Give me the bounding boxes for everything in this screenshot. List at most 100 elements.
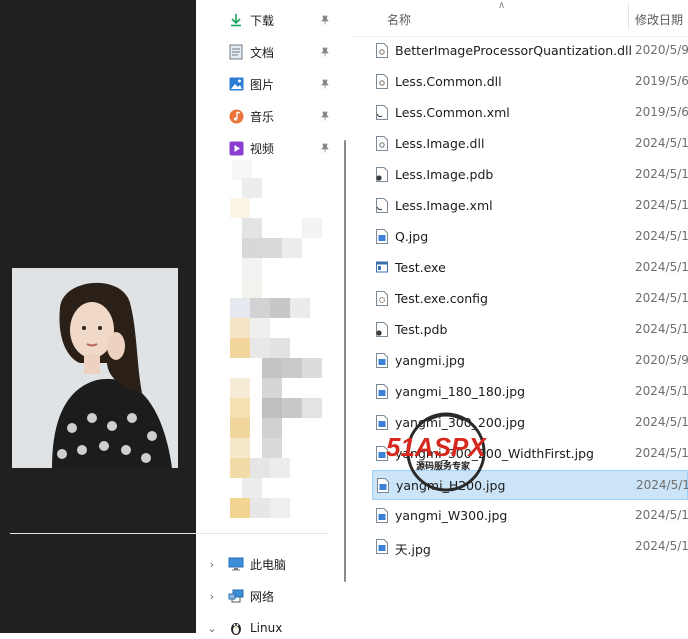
jpg-file-icon xyxy=(376,539,388,554)
tree-item-network[interactable]: › 网络 xyxy=(206,585,274,607)
exe-file-icon xyxy=(376,261,388,273)
file-date: 2024/5/17 xyxy=(635,136,688,150)
file-name: yangmi_300_200.jpg xyxy=(395,415,526,430)
file-row[interactable]: Less.Common.dll 2019/5/6 xyxy=(372,67,688,97)
file-name: 天.jpg xyxy=(395,542,431,557)
dll-file-icon xyxy=(376,43,388,58)
file-row[interactable]: BetterImageProcessorQuantization.dll 2020… xyxy=(372,36,688,66)
dll-file-icon xyxy=(376,74,388,89)
file-row[interactable]: yangmi.jpg 2020/5/9 xyxy=(372,346,688,376)
file-name: Less.Image.dll xyxy=(395,136,485,151)
file-name: Test.exe xyxy=(395,260,446,275)
music-icon xyxy=(228,108,244,124)
download-icon xyxy=(228,12,244,28)
sort-ascending-icon: ∧ xyxy=(498,0,506,11)
file-name: Q.jpg xyxy=(395,229,429,244)
file-name: Test.pdb xyxy=(395,322,448,337)
file-name: Less.Image.pdb xyxy=(395,167,494,182)
file-date: 2024/5/17 xyxy=(635,260,688,274)
file-row[interactable]: Less.Image.xml 2024/5/17 xyxy=(372,191,688,221)
tree-label: 此电脑 xyxy=(250,557,287,572)
file-date: 2024/5/17 xyxy=(635,229,688,243)
file-date: 2024/5/17 xyxy=(635,508,688,522)
file-list: ∧ 名称 修改日期 BetterImageProcessorQuantizati… xyxy=(352,0,688,633)
file-name: Test.exe.config xyxy=(395,291,488,306)
file-row[interactable]: yangmi_300_200_WidthFirst.jpg 2024/5/17 xyxy=(372,439,688,469)
jpg-file-icon xyxy=(376,384,388,399)
nav-label: 下载 xyxy=(250,13,275,28)
file-date: 2020/5/9 xyxy=(635,353,688,367)
jpg-file-icon xyxy=(376,415,388,430)
navigation-pane: 下载 文档 图片 音乐 视频 › 此电脑 › 网络 ⌄ Linux xyxy=(196,0,340,635)
file-row-selected[interactable]: yangmi_H200.jpg 2024/5/17 xyxy=(372,470,688,500)
file-row[interactable]: yangmi_300_200.jpg 2024/5/17 xyxy=(372,408,688,438)
file-row[interactable]: 天.jpg 2024/5/17 xyxy=(372,532,688,562)
nav-label: 音乐 xyxy=(250,109,275,124)
nav-label: 图片 xyxy=(250,77,275,92)
config-file-icon xyxy=(376,291,388,306)
pin-icon[interactable] xyxy=(320,79,330,89)
nav-label: 视频 xyxy=(250,141,275,156)
xml-file-icon xyxy=(376,105,388,120)
file-name: yangmi_H200.jpg xyxy=(396,478,506,493)
network-icon xyxy=(228,588,244,604)
dll-file-icon xyxy=(376,136,388,151)
pin-icon[interactable] xyxy=(320,47,330,57)
file-row[interactable]: Test.pdb 2024/5/17 xyxy=(372,315,688,345)
jpg-file-icon xyxy=(376,229,388,244)
file-row[interactable]: Test.exe.config 2024/5/17 xyxy=(372,284,688,314)
file-row[interactable]: Less.Image.dll 2024/5/17 xyxy=(372,129,688,159)
nav-label: 文档 xyxy=(250,45,275,60)
file-name: Less.Common.xml xyxy=(395,105,510,120)
column-header-date[interactable]: 修改日期 xyxy=(635,11,683,28)
file-date: 2024/5/17 xyxy=(635,198,688,212)
jpg-file-icon xyxy=(376,508,388,523)
file-name: yangmi.jpg xyxy=(395,353,465,368)
column-header-row: ∧ 名称 修改日期 xyxy=(352,0,688,37)
file-row[interactable]: yangmi_W300.jpg 2024/5/17 xyxy=(372,501,688,531)
pin-icon[interactable] xyxy=(320,15,330,25)
nav-divider xyxy=(10,533,328,534)
file-date: 2020/5/9 xyxy=(635,43,688,57)
jpg-file-icon xyxy=(376,353,388,368)
file-date: 2019/5/6 xyxy=(635,105,688,119)
file-name: yangmi_W300.jpg xyxy=(395,508,508,523)
linux-icon xyxy=(228,620,244,636)
jpg-file-icon xyxy=(376,446,388,461)
file-date: 2024/5/17 xyxy=(635,539,688,553)
pictures-icon xyxy=(228,76,244,92)
this-pc-icon xyxy=(228,556,244,572)
file-row[interactable]: Test.exe 2024/5/17 xyxy=(372,253,688,283)
portrait-image xyxy=(12,268,178,468)
file-name: BetterImageProcessorQuantization.dll xyxy=(395,43,632,58)
tree-item-linux[interactable]: ⌄ Linux xyxy=(206,617,282,639)
file-date: 2024/5/17 xyxy=(635,322,688,336)
photo-preview xyxy=(12,268,178,468)
pdb-file-icon xyxy=(376,167,388,182)
document-icon xyxy=(228,44,244,60)
file-name: yangmi_300_200_WidthFirst.jpg xyxy=(395,446,594,461)
file-date: 2024/5/17 xyxy=(635,291,688,305)
file-row[interactable]: yangmi_180_180.jpg 2024/5/17 xyxy=(372,377,688,407)
column-header-name[interactable]: 名称 xyxy=(387,11,411,28)
file-row[interactable]: Less.Common.xml 2019/5/6 xyxy=(372,98,688,128)
chevron-right-icon[interactable]: › xyxy=(206,590,218,603)
tree-item-this-pc[interactable]: › 此电脑 xyxy=(206,553,286,575)
file-row[interactable]: Q.jpg 2024/5/17 xyxy=(372,222,688,252)
nav-scrollbar[interactable] xyxy=(344,140,346,582)
pin-icon[interactable] xyxy=(320,143,330,153)
chevron-right-icon[interactable]: › xyxy=(206,558,218,571)
file-date: 2024/5/17 xyxy=(636,478,688,492)
column-separator[interactable] xyxy=(628,4,629,30)
jpg-file-icon xyxy=(377,478,389,493)
xml-file-icon xyxy=(376,198,388,213)
file-name: Less.Common.dll xyxy=(395,74,502,89)
pin-icon[interactable] xyxy=(320,111,330,121)
pdb-file-icon xyxy=(376,322,388,337)
tree-label: 网络 xyxy=(250,589,275,604)
file-row[interactable]: Less.Image.pdb 2024/5/17 xyxy=(372,160,688,190)
file-name: yangmi_180_180.jpg xyxy=(395,384,526,399)
file-date: 2024/5/17 xyxy=(635,384,688,398)
video-icon xyxy=(228,140,244,156)
file-date: 2024/5/17 xyxy=(635,446,688,460)
